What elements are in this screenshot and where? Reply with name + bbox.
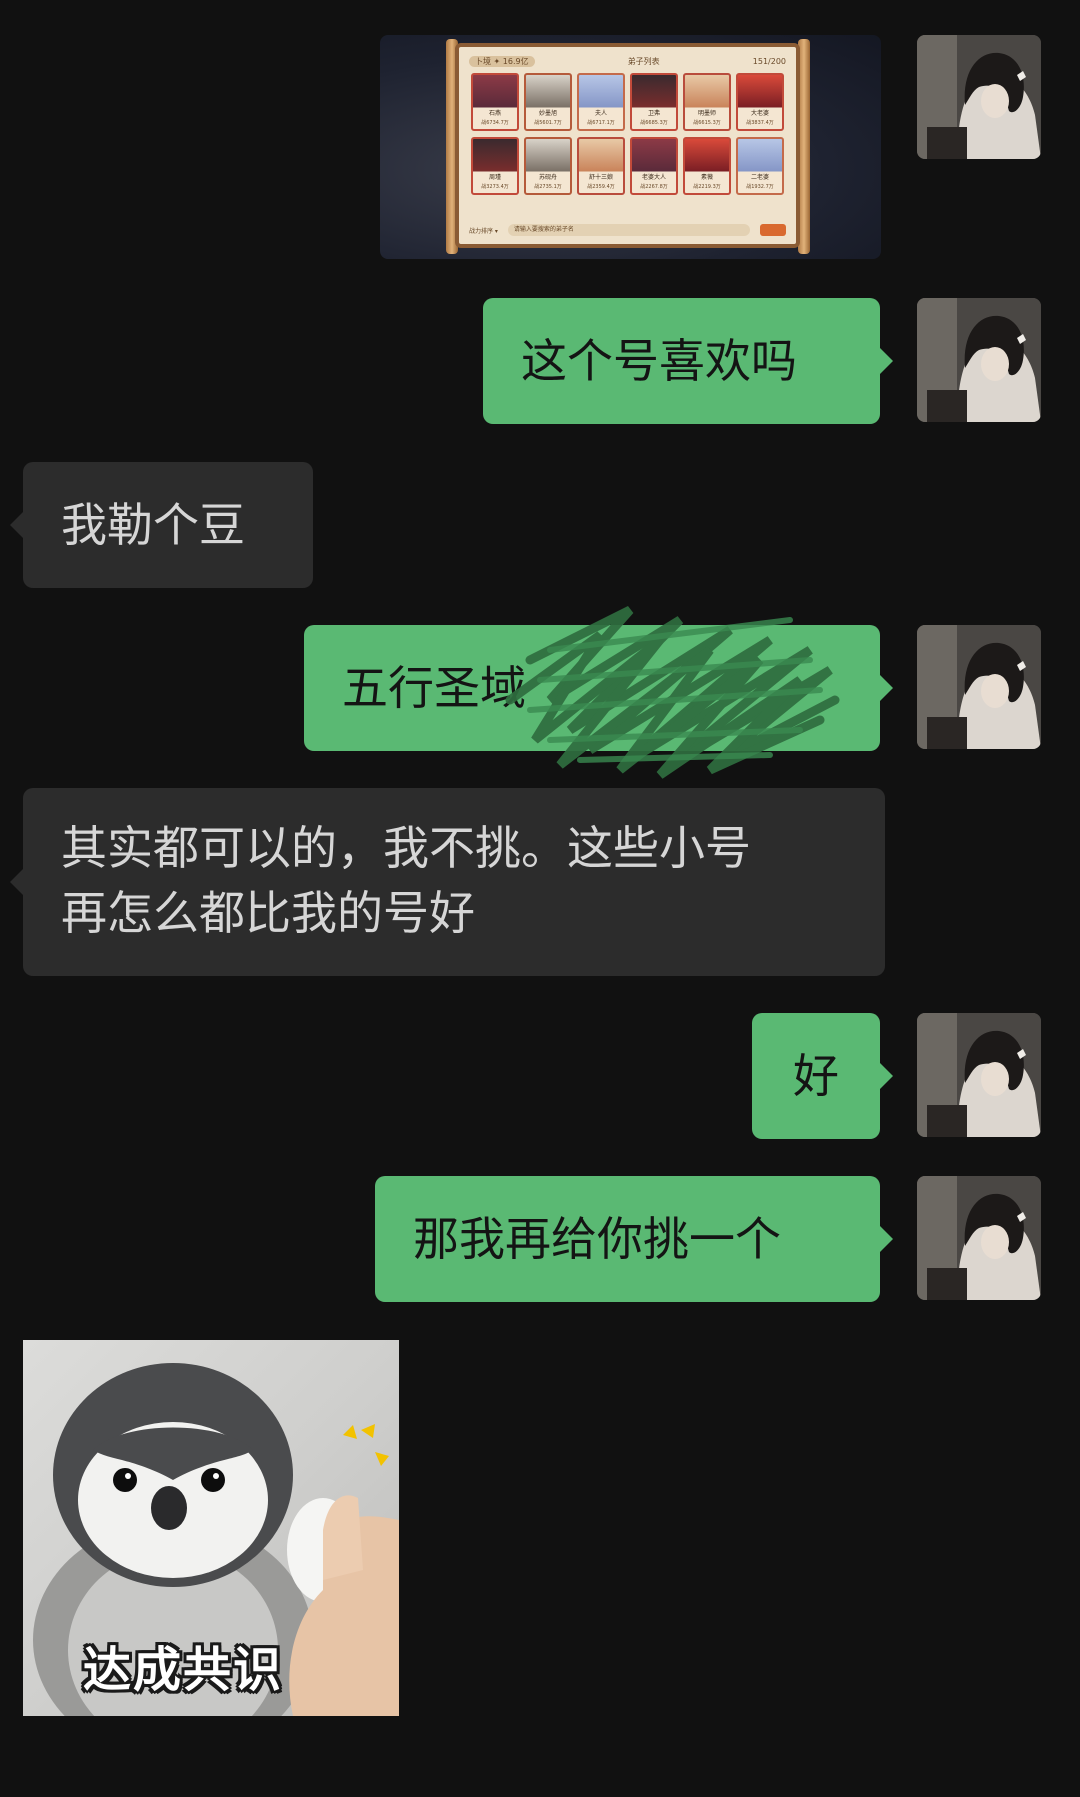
realm-badge: 卜境 ✦ 16.9亿	[469, 55, 535, 67]
disciple-count: 151/200	[752, 56, 786, 66]
my-avatar[interactable]	[917, 1013, 1041, 1137]
incoming-message-bubble[interactable]: 其实都可以的，我不挑。这些小号 再怎么都比我的号好	[10, 788, 885, 976]
disciple-card: 石燕 战6734.7万	[471, 73, 519, 131]
outgoing-message-bubble[interactable]: 那我再给你挑一个	[375, 1176, 893, 1302]
my-avatar[interactable]	[917, 1176, 1041, 1300]
search-confirm-button	[760, 224, 786, 236]
outgoing-message-bubble[interactable]: 这个号喜欢吗	[483, 298, 893, 424]
message-text-line-2: 再怎么都比我的号好	[61, 886, 475, 940]
penguin-sticker-image[interactable]: 达成共识	[23, 1340, 399, 1716]
avatar-portrait-icon	[917, 35, 1041, 159]
message-text: 好	[793, 1049, 839, 1103]
disciple-card: 周瑾 战3273.4万	[471, 137, 519, 195]
avatar-portrait-icon	[917, 298, 1041, 422]
message-text: 五行圣域	[342, 661, 526, 715]
message-text: 这个号喜欢吗	[521, 334, 797, 388]
disciple-list-panel: 卜境 ✦ 16.9亿 弟子列表 151/200 石燕 战6734.7万 妙墨旭 战5…	[455, 43, 800, 248]
disciple-list-footer: 战力排序 ▾ 请输入要搜索的弟子名	[469, 222, 786, 238]
disciple-card: 素薇 战2219.3万	[683, 137, 731, 195]
disciple-card: 舒十三娘 战2359.4万	[577, 137, 625, 195]
message-text-line-1: 其实都可以的，我不挑。这些小号	[61, 821, 751, 875]
disciple-card: 夫人 战6717.1万	[577, 73, 625, 131]
disciple-card: 二老婆 战1932.7万	[736, 137, 784, 195]
message-text: 我勒个豆	[61, 498, 245, 552]
avatar-portrait-icon	[917, 1013, 1041, 1137]
message-text: 那我再给你挑一个	[413, 1212, 781, 1266]
disciple-card: 卫弗 战6685.3万	[630, 73, 678, 131]
game-screenshot-image[interactable]: 卜境 ✦ 16.9亿 弟子列表 151/200 石燕 战6734.7万 妙墨旭 战5…	[380, 35, 881, 259]
avatar-portrait-icon	[917, 1176, 1041, 1300]
avatar-portrait-icon	[917, 625, 1041, 749]
my-avatar[interactable]	[917, 298, 1041, 422]
disciple-list-title: 弟子列表	[627, 56, 660, 66]
disciple-card: 苏砚舟 战2735.1万	[524, 137, 572, 195]
disciple-grid: 石燕 战6734.7万 妙墨旭 战5601.7万 夫人 战6717.1万 卫弗 战668…	[471, 73, 787, 195]
disciple-card: 老婆大人 战2267.8万	[630, 137, 678, 195]
disciple-card: 大老婆 战3837.4万	[736, 73, 784, 131]
disciple-card: 明墨师 战6615.3万	[683, 73, 731, 131]
outgoing-message-bubble[interactable]: 五行圣域	[304, 625, 893, 751]
my-avatar[interactable]	[917, 625, 1041, 749]
disciple-list-header: 卜境 ✦ 16.9亿 弟子列表 151/200	[469, 53, 786, 69]
outgoing-message-bubble[interactable]: 好	[752, 1013, 893, 1139]
sort-dropdown: 战力排序 ▾	[469, 227, 498, 235]
disciple-search-field: 请输入要搜索的弟子名	[507, 224, 750, 236]
disciple-card: 妙墨旭 战5601.7万	[524, 73, 572, 131]
sticker-caption: 达成共识	[83, 1642, 284, 1698]
incoming-message-bubble[interactable]: 我勒个豆	[10, 462, 313, 588]
my-avatar[interactable]	[917, 35, 1041, 159]
